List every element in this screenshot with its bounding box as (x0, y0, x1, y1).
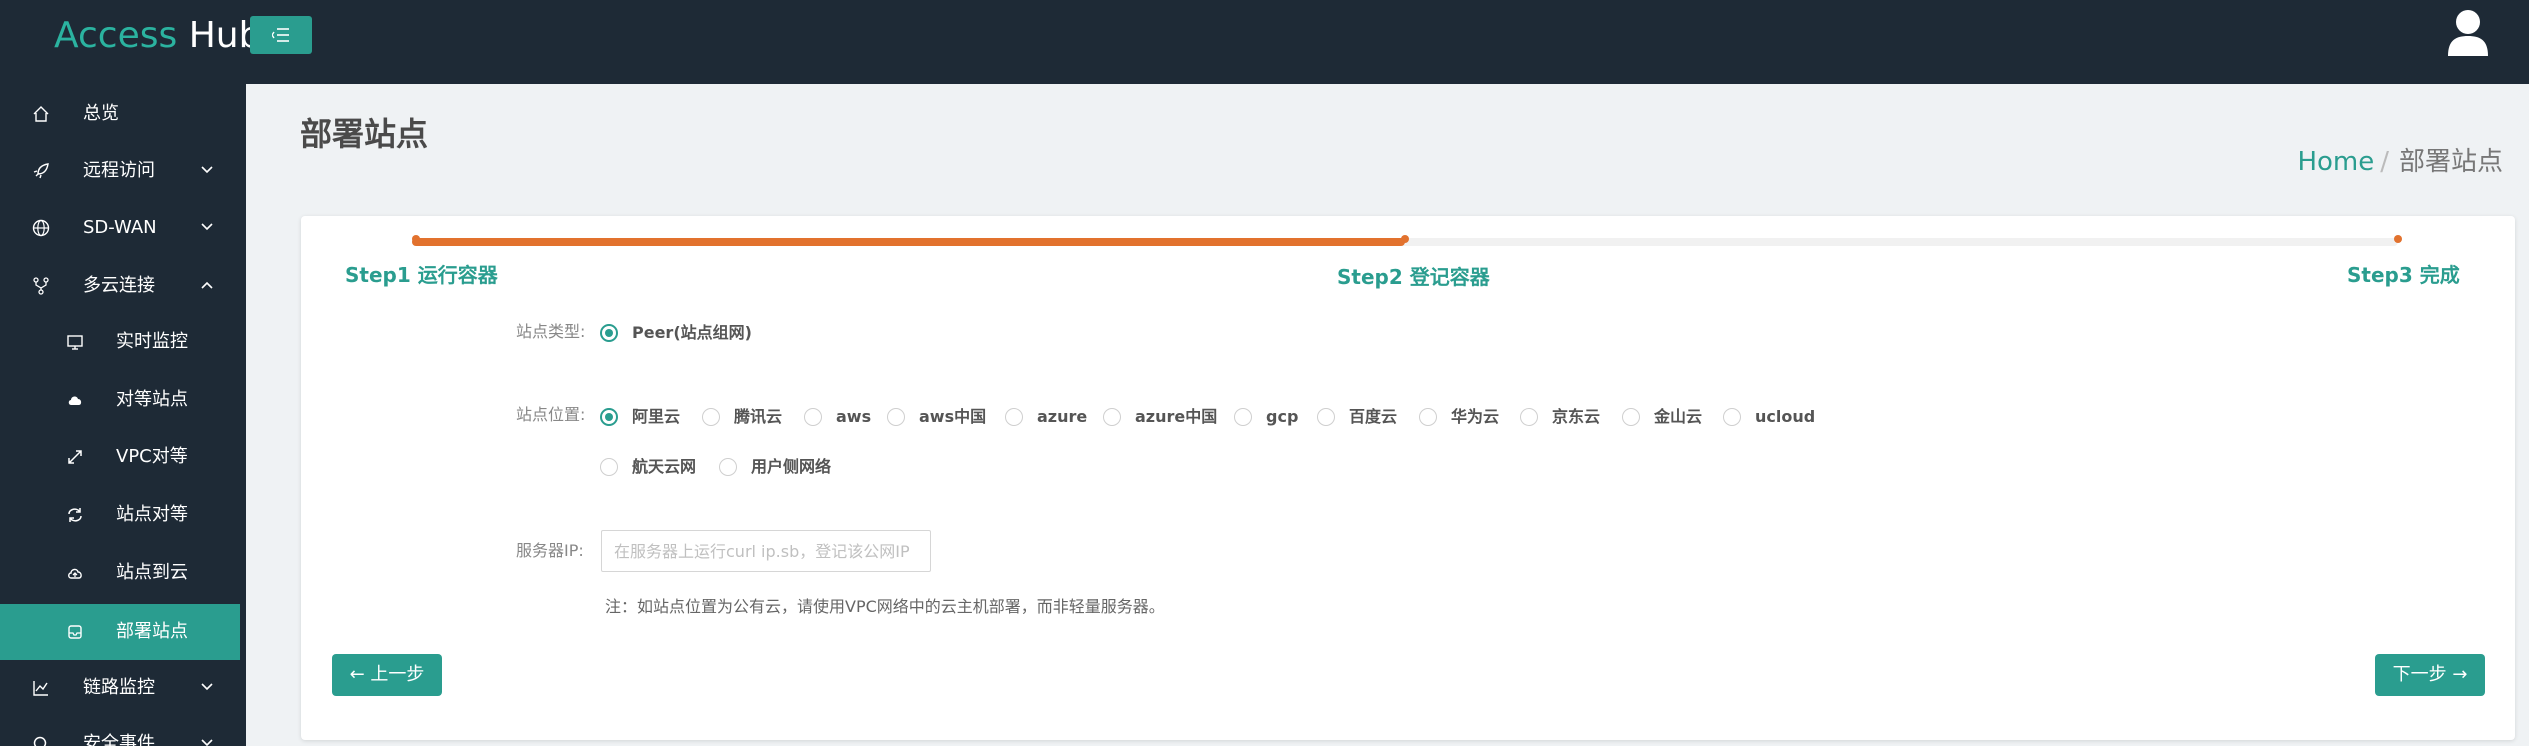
step-label-3: Step3 完成 (2347, 263, 2460, 287)
sidebar-item-remote-access[interactable]: 远程访问 (0, 143, 240, 199)
wizard-card: Step1 运行容器 Step2 登记容器 Step3 完成 站点类型: Pee… (301, 216, 2515, 740)
deploy-note: 注：如站点位置为公有云，请使用VPC网络中的云主机部署，而非轻量服务器。 (605, 597, 1165, 616)
sidebar-item-deploy-site[interactable]: 部署站点 (0, 604, 240, 660)
step1-dot (412, 235, 420, 243)
breadcrumb-separator: / (2380, 147, 2389, 177)
chevron-down-icon (201, 739, 213, 746)
home-icon (33, 106, 49, 122)
rocket-icon (33, 163, 49, 179)
radio-label: 华为云 (1451, 407, 1500, 426)
site-type-radio-peer[interactable]: Peer(站点组网) (600, 322, 752, 344)
location-radio-tencent[interactable]: 腾讯云 (702, 406, 782, 428)
radio-circle (600, 324, 618, 342)
user-icon[interactable] (2446, 8, 2490, 56)
deploy-icon (68, 625, 82, 639)
sidebar-item-link-monitor[interactable]: 链路监控 (0, 660, 240, 716)
cloud-icon (68, 396, 82, 405)
sidebar-item-label: VPC对等 (116, 446, 188, 467)
location-radio-aliyun[interactable]: 阿里云 (600, 406, 680, 428)
sidebar-item-peer-site[interactable]: 对等站点 (0, 372, 240, 428)
globe-icon (32, 219, 50, 237)
location-radio-azure[interactable]: azure (1005, 406, 1087, 428)
radio-label: azure中国 (1135, 407, 1218, 426)
wizard-progress-fill (412, 238, 1405, 246)
line-chart-icon (33, 681, 48, 696)
sidebar-item-label: 远程访问 (83, 160, 155, 181)
location-radio-ucloud[interactable]: ucloud (1723, 406, 1815, 428)
brand-logo: Access Hub (54, 14, 261, 58)
sidebar-item-overview[interactable]: 总览 (0, 86, 240, 142)
radio-label: gcp (1266, 407, 1299, 426)
sidebar: 总览 远程访问 SD-WAN 多云连接 实时监控 对等站点 VPC对等 站点对等… (0, 84, 246, 746)
breadcrumb-home-link[interactable]: Home (2297, 147, 2374, 177)
radio-label: azure (1037, 407, 1088, 426)
next-step-button[interactable]: 下一步 → (2375, 654, 2485, 696)
top-header: Access Hub (0, 0, 2529, 84)
radio-label: 航天云网 (632, 457, 697, 476)
location-radio-jd[interactable]: 京东云 (1520, 406, 1600, 428)
location-radio-baidu[interactable]: 百度云 (1317, 406, 1397, 428)
chevron-up-icon (201, 281, 213, 289)
sidebar-item-label: SD-WAN (83, 217, 157, 238)
brand-part1: Access (54, 15, 178, 56)
radio-label: 用户侧网络 (751, 457, 832, 476)
server-ip-input[interactable] (601, 530, 931, 572)
search-icon (33, 736, 47, 746)
sidebar-item-label: 实时监控 (116, 331, 188, 352)
monitor-icon (67, 335, 83, 350)
sidebar-item-label: 部署站点 (116, 621, 188, 642)
sidebar-item-label: 站点对等 (116, 504, 188, 525)
radio-label: Peer(站点组网) (632, 323, 752, 342)
radio-label: 阿里云 (632, 407, 681, 426)
location-radio-kingsoft[interactable]: 金山云 (1622, 406, 1702, 428)
step2-dot (1401, 235, 1409, 243)
radio-label: aws中国 (919, 407, 987, 426)
chevron-down-icon (201, 223, 213, 231)
radio-label: 京东云 (1552, 407, 1601, 426)
breadcrumb: Home / 部署站点 (2297, 146, 2503, 178)
page-title: 部署站点 (300, 115, 429, 153)
cloud-upload-icon (68, 568, 82, 579)
radio-label: ucloud (1755, 407, 1816, 426)
sidebar-item-site-peer[interactable]: 站点对等 (0, 487, 240, 543)
step-label-2: Step2 登记容器 (1337, 265, 1490, 289)
location-radio-huawei[interactable]: 华为云 (1419, 406, 1499, 428)
server-ip-label: 服务器IP: (516, 541, 584, 560)
location-radio-azure-china[interactable]: azure中国 (1103, 406, 1217, 428)
sidebar-item-label: 总览 (83, 103, 119, 124)
menu-toggle-button[interactable] (250, 16, 312, 54)
sidebar-item-sd-wan[interactable]: SD-WAN (0, 200, 240, 256)
menu-collapse-icon (272, 28, 289, 42)
sidebar-item-label: 站点到云 (116, 562, 188, 583)
expand-icon (68, 450, 82, 464)
sidebar-item-label: 多云连接 (83, 275, 155, 296)
site-type-label: 站点类型: (516, 322, 586, 341)
sidebar-item-site-to-cloud[interactable]: 站点到云 (0, 545, 240, 601)
step-label-1: Step1 运行容器 (345, 263, 498, 287)
site-location-label: 站点位置: (516, 405, 586, 424)
location-radio-gcp[interactable]: gcp (1234, 406, 1298, 428)
sidebar-item-label: 对等站点 (116, 389, 188, 410)
chevron-down-icon (201, 166, 213, 174)
sidebar-item-label: 链路监控 (83, 677, 155, 698)
sidebar-item-vpc-peer[interactable]: VPC对等 (0, 429, 240, 485)
sidebar-item-realtime-monitor[interactable]: 实时监控 (0, 314, 240, 370)
sync-icon (68, 508, 82, 522)
location-radio-casicloud[interactable]: 航天云网 (600, 456, 696, 478)
radio-label: aws (836, 407, 872, 426)
chevron-down-icon (201, 683, 213, 691)
location-radio-aws-china[interactable]: aws中国 (887, 406, 986, 428)
radio-label: 百度云 (1349, 407, 1398, 426)
radio-label: 腾讯云 (734, 407, 783, 426)
radio-label: 金山云 (1654, 407, 1703, 426)
step3-dot (2394, 235, 2402, 243)
sidebar-item-label: 安全事件 (83, 733, 155, 746)
branch-icon (33, 277, 49, 295)
location-radio-aws[interactable]: aws (804, 406, 871, 428)
breadcrumb-current: 部署站点 (2398, 147, 2503, 177)
prev-step-button[interactable]: ← 上一步 (332, 654, 442, 696)
sidebar-item-multicloud[interactable]: 多云连接 (0, 258, 240, 314)
sidebar-item-security-events[interactable]: 安全事件 (0, 716, 240, 746)
location-radio-user-network[interactable]: 用户侧网络 (719, 456, 831, 478)
